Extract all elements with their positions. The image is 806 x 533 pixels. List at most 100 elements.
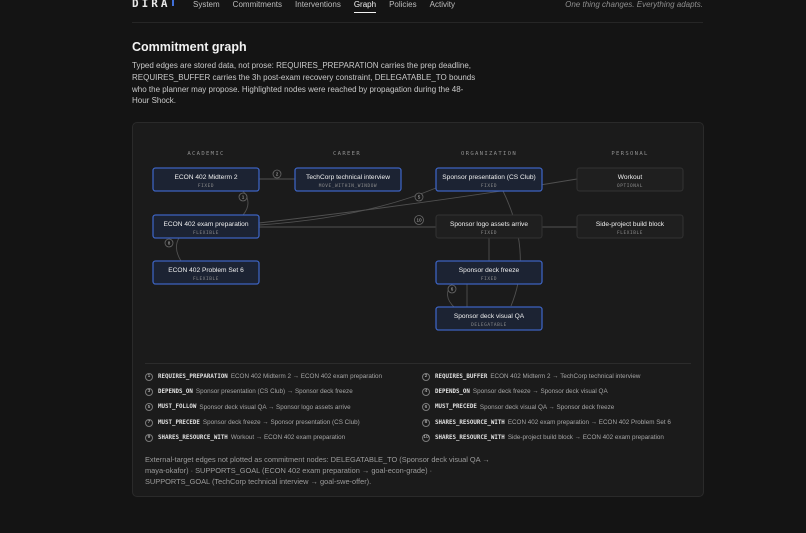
node-sponsor-deck-freeze-title: Sponsor deck freeze xyxy=(459,267,520,274)
page-intro: Typed edges are stored data, not prose: … xyxy=(132,61,476,106)
legend-number: 8 xyxy=(422,418,430,427)
edge-badge-5: 5 xyxy=(414,192,424,202)
node-workout-title: Workout xyxy=(618,174,643,181)
legend-edge-type: SHARES_RESOURCE_WITH xyxy=(158,434,228,441)
node-sponsor-presentation-title: Sponsor presentation (CS Club) xyxy=(442,174,535,181)
legend-edge-text: Workout → ECON 402 exam preparation xyxy=(230,434,346,442)
legend-edge-text: Side-project build block → ECON 402 exam… xyxy=(507,434,664,442)
node-econ-exam-prep-title: ECON 402 exam preparation xyxy=(163,221,248,228)
node-econ-exam-prep[interactable]: ECON 402 exam preparation FLEXIBLE xyxy=(152,214,260,239)
edge-badge-5-label: 5 xyxy=(418,195,421,200)
legend-item: 10 SHARES_RESOURCE_WITH Side-project build… xyxy=(422,432,691,443)
legend-edge-type: MUST_PRECEDE xyxy=(158,419,200,426)
edge-supports-link xyxy=(258,187,437,226)
brand-mark-icon xyxy=(171,0,174,6)
main-nav: System Commitments Interventions Graph P… xyxy=(193,0,468,13)
legend-edge-text: Sponsor deck visual QA → Sponsor deck fr… xyxy=(479,403,615,411)
node-econ-midterm-sub: FIXED xyxy=(198,183,214,189)
legend-number: 9 xyxy=(145,433,153,442)
legend-edge-type: REQUIRES_BUFFER xyxy=(435,373,488,380)
node-econ-problem-set[interactable]: ECON 402 Problem Set 6 FLEXIBLE xyxy=(152,260,260,285)
top-nav-bar: DIRA System Commitments Interventions Gr… xyxy=(132,0,703,23)
legend-edge-text: ECON 402 Midterm 2 → TechCorp technical … xyxy=(490,373,641,381)
edge-badge-8-label: 8 xyxy=(168,241,171,246)
edge-shares-resource-problem-set xyxy=(176,237,182,262)
edge-badge-6-label: 6 xyxy=(451,287,454,292)
node-sponsor-deck-visual-qa[interactable]: Sponsor deck visual QA DELEGATABLE xyxy=(435,306,543,331)
node-techcorp-interview-title: TechCorp technical interview xyxy=(306,174,390,181)
node-sponsor-logo-assets-title: Sponsor logo assets arrive xyxy=(450,221,528,228)
legend-item: 4 DEPENDS_ON Sponsor deck freeze → Sponsor… xyxy=(422,386,691,397)
page-title: Commitment graph xyxy=(132,40,247,54)
tagline: One thing changes. Everything adapts. xyxy=(565,0,703,9)
node-workout-sub: OPTIONAL xyxy=(617,183,643,189)
legend-item: 6 MUST_PRECEDE Sponsor deck visual QA → Sp… xyxy=(422,402,691,413)
column-header-organization: ORGANIZATION xyxy=(461,151,517,157)
edge-badge-10: 10 xyxy=(414,215,424,225)
legend-item: 7 MUST_PRECEDE Sponsor deck freeze → Spons… xyxy=(145,417,422,428)
legend-item: 9 SHARES_RESOURCE_WITH Workout → ECON 402 … xyxy=(145,432,422,443)
legend-edge-type: MUST_PRECEDE xyxy=(435,404,477,411)
node-econ-midterm[interactable]: ECON 402 Midterm 2 FIXED xyxy=(152,167,260,192)
edge-badge-1-label: 1 xyxy=(242,195,245,200)
legend-edge-text: Sponsor deck visual QA → Sponsor logo as… xyxy=(199,403,351,411)
node-side-project-sub: FLEXIBLE xyxy=(617,230,643,236)
edge-badge-10-label: 10 xyxy=(416,218,422,223)
edge-badge-1: 1 xyxy=(238,192,248,202)
node-econ-midterm-title: ECON 402 Midterm 2 xyxy=(174,174,237,181)
node-sponsor-deck-visual-qa-title: Sponsor deck visual QA xyxy=(454,313,525,320)
node-sponsor-logo-assets[interactable]: Sponsor logo assets arrive FIXED xyxy=(435,214,543,239)
column-header-career: CAREER xyxy=(333,151,361,157)
legend-edge-type: REQUIRES_PREPARATION xyxy=(158,373,228,380)
node-side-project-title: Side-project build block xyxy=(596,221,665,228)
legend-edge-type: SHARES_RESOURCE_WITH xyxy=(435,434,505,441)
legend-edge-text: Sponsor presentation (CS Club) → Sponsor… xyxy=(195,388,353,396)
nav-graph[interactable]: Graph xyxy=(353,0,377,13)
node-econ-problem-set-title: ECON 402 Problem Set 6 xyxy=(168,267,244,274)
legend-number: 2 xyxy=(422,372,430,381)
external-edges-note: External-target edges not plotted as com… xyxy=(145,455,490,487)
edge-badge-2-label: 2 xyxy=(276,172,279,177)
node-sponsor-presentation[interactable]: Sponsor presentation (CS Club) FIXED xyxy=(435,167,543,192)
legend-number: 6 xyxy=(422,403,430,412)
node-sponsor-deck-visual-qa-sub: DELEGATABLE xyxy=(471,322,507,328)
edge-badge-6: 6 xyxy=(447,284,457,294)
nav-system[interactable]: System xyxy=(193,0,220,13)
edge-badge-2: 2 xyxy=(272,169,282,179)
legend-number: 10 xyxy=(422,433,430,442)
legend-number: 5 xyxy=(145,403,153,412)
legend-edge-text: Sponsor deck freeze → Sponsor presentati… xyxy=(202,419,360,427)
edge-badge-8: 8 xyxy=(164,238,174,248)
nav-interventions[interactable]: Interventions xyxy=(295,0,341,13)
legend-item: 2 REQUIRES_BUFFER ECON 402 Midterm 2 → Tec… xyxy=(422,371,691,382)
node-side-project[interactable]: Side-project build block FLEXIBLE xyxy=(576,214,684,239)
commitment-graph: ACADEMIC CAREER ORGANIZATION PERSONAL 1 … xyxy=(152,151,684,331)
graph-panel: ACADEMIC CAREER ORGANIZATION PERSONAL 1 … xyxy=(132,122,704,497)
legend-number: 7 xyxy=(145,418,153,427)
legend-item: 1 REQUIRES_PREPARATION ECON 402 Midterm 2 … xyxy=(145,371,422,382)
node-sponsor-deck-freeze[interactable]: Sponsor deck freeze FIXED xyxy=(435,260,543,285)
edge-depends-on-deck-freeze xyxy=(502,190,521,307)
nav-commitments[interactable]: Commitments xyxy=(233,0,282,13)
legend-number: 4 xyxy=(422,387,430,396)
nav-policies[interactable]: Policies xyxy=(389,0,417,13)
node-techcorp-interview[interactable]: TechCorp technical interview MOVE_WITHIN… xyxy=(294,167,402,192)
legend-edge-text: ECON 402 exam preparation → ECON 402 Pro… xyxy=(507,419,671,427)
legend-edge-type: MUST_FOLLOW xyxy=(158,404,197,411)
brand-name: DIRA xyxy=(132,0,171,10)
node-workout[interactable]: Workout OPTIONAL xyxy=(576,167,684,192)
nav-activity[interactable]: Activity xyxy=(430,0,455,13)
brand-logo[interactable]: DIRA xyxy=(132,0,174,10)
legend-item: 3 DEPENDS_ON Sponsor presentation (CS Club… xyxy=(145,386,422,397)
legend-edge-type: DEPENDS_ON xyxy=(158,388,193,395)
legend-number: 3 xyxy=(145,387,153,396)
legend-edge-type: DEPENDS_ON xyxy=(435,388,470,395)
edge-legend: 1 REQUIRES_PREPARATION ECON 402 Midterm 2 … xyxy=(145,371,691,443)
legend-item: 5 MUST_FOLLOW Sponsor deck visual QA → Spo… xyxy=(145,402,422,413)
legend-number: 1 xyxy=(145,372,153,381)
node-sponsor-presentation-sub: FIXED xyxy=(481,183,497,189)
node-econ-exam-prep-sub: FLEXIBLE xyxy=(193,230,219,236)
column-header-academic: ACADEMIC xyxy=(187,151,224,157)
legend-item: 8 SHARES_RESOURCE_WITH ECON 402 exam prepa… xyxy=(422,417,691,428)
panel-divider xyxy=(145,363,691,364)
